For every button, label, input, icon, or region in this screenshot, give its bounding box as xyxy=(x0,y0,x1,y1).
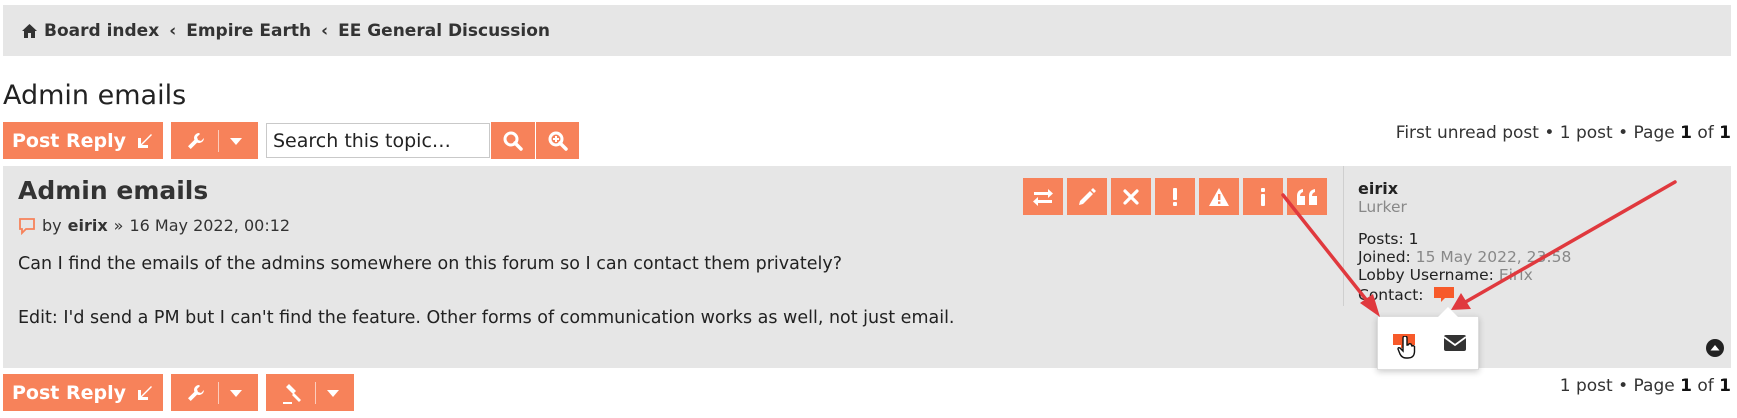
info-icon xyxy=(1261,187,1265,206)
swap-button[interactable] xyxy=(1023,178,1063,215)
breadcrumb-empire-earth[interactable]: Empire Earth xyxy=(186,21,311,41)
warn-button[interactable] xyxy=(1199,178,1239,215)
pm-contact-option[interactable] xyxy=(1390,328,1420,359)
button-divider xyxy=(314,381,316,404)
quote-icon xyxy=(1297,188,1317,205)
pagination-top: First unread post • 1 post • Page 1 of 1 xyxy=(1395,123,1731,143)
close-icon xyxy=(1123,188,1139,205)
profile-posts: Posts: 1 xyxy=(1358,230,1419,248)
post-text-line: Can I find the emails of the admins some… xyxy=(18,254,842,274)
post-profile: eirix Lurker Posts: 1 Joined: 15 May 202… xyxy=(1343,166,1571,306)
caret-down-icon xyxy=(230,389,242,397)
exclamation-icon xyxy=(1173,187,1177,206)
profile-username[interactable]: eirix xyxy=(1358,180,1571,198)
button-divider xyxy=(218,129,219,152)
envelope-icon[interactable] xyxy=(1442,334,1467,352)
pencil-icon xyxy=(1079,187,1096,205)
post-icon[interactable] xyxy=(18,217,36,235)
delete-button[interactable] xyxy=(1111,178,1151,215)
wrench-icon xyxy=(188,384,204,401)
quote-button[interactable] xyxy=(1287,178,1327,215)
pm-icon[interactable] xyxy=(1433,287,1454,303)
swap-icon xyxy=(1033,188,1053,206)
post-content: Can I find the emails of the admins some… xyxy=(18,254,955,363)
breadcrumb-separator: ‹ xyxy=(321,20,329,41)
profile-rank: Lurker xyxy=(1358,198,1407,216)
post-reply-label: Post Reply xyxy=(12,129,126,152)
edit-button[interactable] xyxy=(1067,178,1107,215)
advanced-search-button[interactable] xyxy=(536,122,579,159)
contact-dropdown xyxy=(1377,307,1479,370)
gavel-icon xyxy=(282,383,301,404)
search-button[interactable] xyxy=(491,122,535,159)
post-reply-button[interactable]: Post Reply xyxy=(3,122,163,159)
topic-tools-button[interactable] xyxy=(171,374,258,411)
wrench-icon xyxy=(188,132,204,149)
search-icon xyxy=(503,131,523,151)
reply-arrow-icon xyxy=(138,385,152,400)
post: Admin emails by eirix » 16 May 2022, 00:… xyxy=(3,166,1731,370)
breadcrumb-separator: ‹ xyxy=(169,20,177,41)
profile-contact: Contact: xyxy=(1358,286,1571,304)
report-button[interactable] xyxy=(1155,178,1195,215)
advanced-search-icon xyxy=(548,131,568,151)
moderator-tools-button[interactable] xyxy=(266,374,354,411)
pagination-bottom: 1 post • Page 1 of 1 xyxy=(1559,376,1731,396)
search-placeholder: Search this topic… xyxy=(273,129,451,152)
hand-pointer-icon xyxy=(1396,336,1415,359)
reply-arrow-icon xyxy=(138,133,152,148)
post-meta: by eirix » 16 May 2022, 00:12 xyxy=(18,216,290,235)
breadcrumb-ee-general-discussion[interactable]: EE General Discussion xyxy=(338,21,550,41)
caret-down-icon xyxy=(326,389,339,397)
post-author[interactable]: eirix xyxy=(68,216,108,235)
post-title[interactable]: Admin emails xyxy=(18,176,208,205)
search-topic-input[interactable]: Search this topic… xyxy=(266,123,490,158)
back-to-top-icon[interactable] xyxy=(1705,338,1725,358)
page-title: Admin emails xyxy=(3,80,187,111)
breadcrumb-board-index[interactable]: Board index xyxy=(44,21,159,41)
post-date: 16 May 2022, 00:12 xyxy=(129,216,291,235)
post-text-line: Edit: I'd send a PM but I can't find the… xyxy=(18,307,955,328)
post-reply-label: Post Reply xyxy=(12,381,126,404)
button-divider xyxy=(218,381,219,404)
caret-down-icon xyxy=(230,137,242,145)
info-button[interactable] xyxy=(1243,178,1283,215)
breadcrumb: Board index ‹ Empire Earth ‹ EE General … xyxy=(3,5,1731,56)
post-reply-button[interactable]: Post Reply xyxy=(3,374,163,411)
home-icon xyxy=(22,23,37,38)
profile-joined: Joined: 15 May 2022, 23:58 xyxy=(1358,248,1572,266)
topic-tools-button[interactable] xyxy=(171,122,258,159)
first-unread-link[interactable]: First unread post xyxy=(1396,123,1539,143)
warning-icon xyxy=(1209,187,1229,206)
profile-lobby-username: Lobby Username: Eirix xyxy=(1358,266,1533,284)
